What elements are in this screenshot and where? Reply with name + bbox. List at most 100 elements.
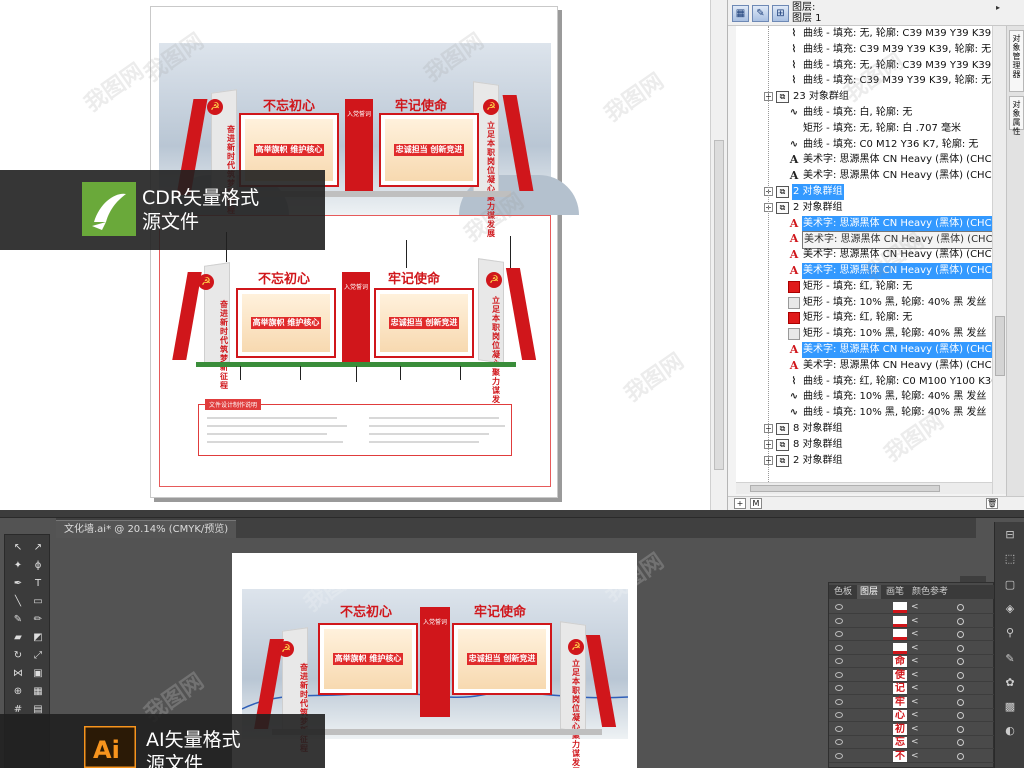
type-tool-icon[interactable]: T <box>31 577 45 591</box>
delete-icon[interactable]: 🗑 <box>986 498 998 509</box>
width-tool-icon[interactable]: ⋈ <box>11 667 25 681</box>
object-tree-row[interactable]: A 美术字: 思源黑体 CN Heavy (黑体) (CHC) - <box>736 215 992 232</box>
visibility-eye-icon[interactable] <box>835 712 843 718</box>
line-tool-icon[interactable]: ╲ <box>11 595 25 609</box>
object-tree-row[interactable]: + ⧉ 8 对象群组 <box>736 421 992 437</box>
visibility-eye-icon[interactable] <box>835 698 843 705</box>
target-circle-icon[interactable] <box>957 617 964 625</box>
object-tree-row[interactable]: A美术字: 思源黑体 CN Heavy (黑体) (CHC) - 填充: 红 <box>736 231 992 250</box>
visibility-eye-icon[interactable] <box>835 644 843 651</box>
blob-brush-tool-icon[interactable]: ▰ <box>11 631 25 645</box>
paintbrush-tool-icon[interactable]: ✎ <box>11 613 25 627</box>
object-tree-row[interactable]: A 美术字: 思源黑体 CN Heavy (黑体) (CHC) - <box>736 247 992 263</box>
visibility-eye-icon[interactable] <box>835 671 843 678</box>
scrollbar-thumb[interactable] <box>714 140 724 470</box>
object-tree-row[interactable]: ⌇ 曲线 - 填充: 无, 轮廓: C39 M39 Y39 K39, 发丝 <box>736 58 992 74</box>
object-list-vertical-scrollbar[interactable] <box>992 26 1006 494</box>
target-circle-icon[interactable] <box>957 725 964 733</box>
transform-panel-icon[interactable]: ⬚ <box>1003 552 1017 566</box>
visibility-eye-icon[interactable] <box>835 685 843 691</box>
object-tree-row[interactable]: ∿ 曲线 - 填充: 10% 黑, 轮廓: 40% 黑 发丝 <box>736 389 992 405</box>
object-tree-row[interactable]: A 美术字: 思源黑体 CN Heavy (黑体) (CHC) - <box>736 342 992 358</box>
object-tree-row[interactable]: 矩形 - 填充: 红, 轮廓: 无 <box>736 310 992 326</box>
object-tree-row[interactable]: 矩形 - 填充: 10% 黑, 轮廓: 40% 黑 发丝 <box>736 326 992 342</box>
layer-row[interactable]: < <box>829 628 995 641</box>
lasso-tool-icon[interactable]: ϕ <box>31 559 45 573</box>
object-tree-list[interactable]: ⌇ 曲线 - 填充: 无, 轮廓: C39 M39 Y39 K39, 发丝 ⌇ 曲线 … <box>736 26 992 482</box>
visibility-eye-icon[interactable] <box>835 725 843 732</box>
object-tree-row[interactable]: A 美术字: 思源黑体 CN Heavy (黑体) (CHC) - <box>736 358 992 374</box>
object-tree-row[interactable]: + ⧉ 2 对象群组 <box>736 453 992 469</box>
scrollbar-thumb[interactable] <box>995 316 1005 376</box>
object-tree-row[interactable]: ∿ 曲线 - 填充: 白, 轮廓: 无 <box>736 105 992 121</box>
target-circle-icon[interactable] <box>957 752 964 760</box>
scale-tool-icon[interactable]: ⤢ <box>31 649 45 663</box>
layer-row[interactable]: 命 < <box>829 655 995 668</box>
artboards-panel-icon[interactable]: ⊟ <box>1003 528 1017 542</box>
layer-manager-view-button[interactable]: ⊞ <box>772 5 789 22</box>
pen-tool-icon[interactable]: ✒ <box>11 577 25 591</box>
object-tree-row[interactable]: + ⧉ 8 对象群组 <box>736 437 992 453</box>
docker-menu-arrow-icon[interactable]: ▸ <box>996 3 1000 12</box>
object-tree-row[interactable]: + ⧉ 2 对象群组 <box>736 200 992 216</box>
object-tree-row[interactable]: 矩形 - 填充: 10% 黑, 轮廓: 40% 黑 发丝 <box>736 295 992 311</box>
object-tree-row[interactable]: + ⧉ 23 对象群组 <box>736 89 992 105</box>
object-tree-row[interactable]: + ⧉ 2 对象群组 <box>736 184 992 200</box>
eraser-tool-icon[interactable]: ◩ <box>31 631 45 645</box>
brushes-panel-icon[interactable]: ✎ <box>1003 652 1017 666</box>
object-tree-row[interactable]: ⌇ 曲线 - 填充: C39 M39 Y39 K39, 轮廓: 无 <box>736 73 992 89</box>
layer-row[interactable]: < <box>829 615 995 628</box>
appearance-panel-icon[interactable]: ◐ <box>1003 724 1017 738</box>
tab-color-guide[interactable]: 颜色参考 <box>909 585 951 599</box>
layer-row[interactable]: 初 < <box>829 723 995 736</box>
object-tree-row[interactable]: 矩形 - 填充: 无, 轮廓: 白 .707 毫米 <box>736 121 992 137</box>
scrollbar-thumb[interactable] <box>750 485 940 492</box>
tab-swatches[interactable]: 色板 <box>831 585 855 599</box>
rotate-tool-icon[interactable]: ↻ <box>11 649 25 663</box>
layer-row[interactable]: 记 < <box>829 682 995 695</box>
selection-tool-icon[interactable]: ↖ <box>11 541 25 555</box>
symbols-panel-icon[interactable]: ✿ <box>1003 676 1017 690</box>
object-tree-row[interactable]: ⌇ 曲线 - 填充: 无, 轮廓: C39 M39 Y39 K39, 发丝 <box>736 26 992 42</box>
links-panel-icon[interactable]: ⚲ <box>1003 626 1017 640</box>
rectangle-tool-icon[interactable]: ▭ <box>31 595 45 609</box>
visibility-eye-icon[interactable] <box>835 631 843 637</box>
object-list-horizontal-scrollbar[interactable] <box>736 482 992 494</box>
new-master-layer-icon[interactable]: M <box>750 498 762 509</box>
new-layer-icon[interactable]: + <box>734 498 746 509</box>
navigator-panel-icon[interactable]: ▢ <box>1003 578 1017 592</box>
target-circle-icon[interactable] <box>957 685 964 692</box>
tab-object-properties[interactable]: 对象属性 <box>1009 96 1024 136</box>
object-tree-row[interactable]: A 美术字: 思源黑体 CN Heavy (黑体) (CHC) - <box>736 263 992 279</box>
target-circle-icon[interactable] <box>957 712 964 719</box>
target-circle-icon[interactable] <box>957 658 964 665</box>
layer-row[interactable]: 使 < <box>829 669 995 682</box>
target-circle-icon[interactable] <box>957 631 964 638</box>
document-tab[interactable]: 文化墙.ai* @ 20.14% (CMYK/预览) <box>56 520 237 538</box>
magic-wand-tool-icon[interactable]: ✦ <box>11 559 25 573</box>
layer-row[interactable]: < <box>829 642 995 655</box>
object-tree-row[interactable]: ⌇ 曲线 - 填充: 红, 轮廓: C0 M100 Y100 K30 发 <box>736 374 992 390</box>
perspective-grid-tool-icon[interactable]: ▦ <box>31 685 45 699</box>
target-circle-icon[interactable] <box>957 671 964 679</box>
object-tree-row[interactable]: ⌇ 曲线 - 填充: C39 M39 Y39 K39, 轮廓: 无 <box>736 42 992 58</box>
object-tree-row[interactable]: ∿ 曲线 - 填充: 10% 黑, 轮廓: 40% 黑 发丝 <box>736 405 992 421</box>
target-circle-icon[interactable] <box>957 739 964 746</box>
visibility-eye-icon[interactable] <box>835 752 843 759</box>
tab-brushes[interactable]: 画笔 <box>883 585 907 599</box>
tab-object-manager[interactable]: 对象管理器 <box>1009 30 1024 92</box>
object-tree-row[interactable]: A 美术字: 思源黑体 CN Heavy (黑体) (CHC) - <box>736 152 992 168</box>
direct-selection-tool-icon[interactable]: ↗ <box>31 541 45 555</box>
layer-row[interactable]: < <box>829 601 995 614</box>
object-tree-row[interactable]: ∿ 曲线 - 填充: C0 M12 Y36 K7, 轮廓: 无 <box>736 137 992 153</box>
visibility-eye-icon[interactable] <box>835 739 843 745</box>
visibility-eye-icon[interactable] <box>835 658 843 664</box>
document-vertical-scrollbar[interactable] <box>710 0 727 510</box>
edit-across-layers-button[interactable]: ✎ <box>752 5 769 22</box>
object-tree-row[interactable]: 矩形 - 填充: 红, 轮廓: 无 <box>736 279 992 295</box>
pencil-tool-icon[interactable]: ✏ <box>31 613 45 627</box>
target-circle-icon[interactable] <box>957 644 964 652</box>
layers-panel-icon[interactable]: ◈ <box>1003 602 1017 616</box>
layer-row[interactable]: 心 < <box>829 709 995 722</box>
layer-row[interactable]: 牢 < <box>829 696 995 709</box>
